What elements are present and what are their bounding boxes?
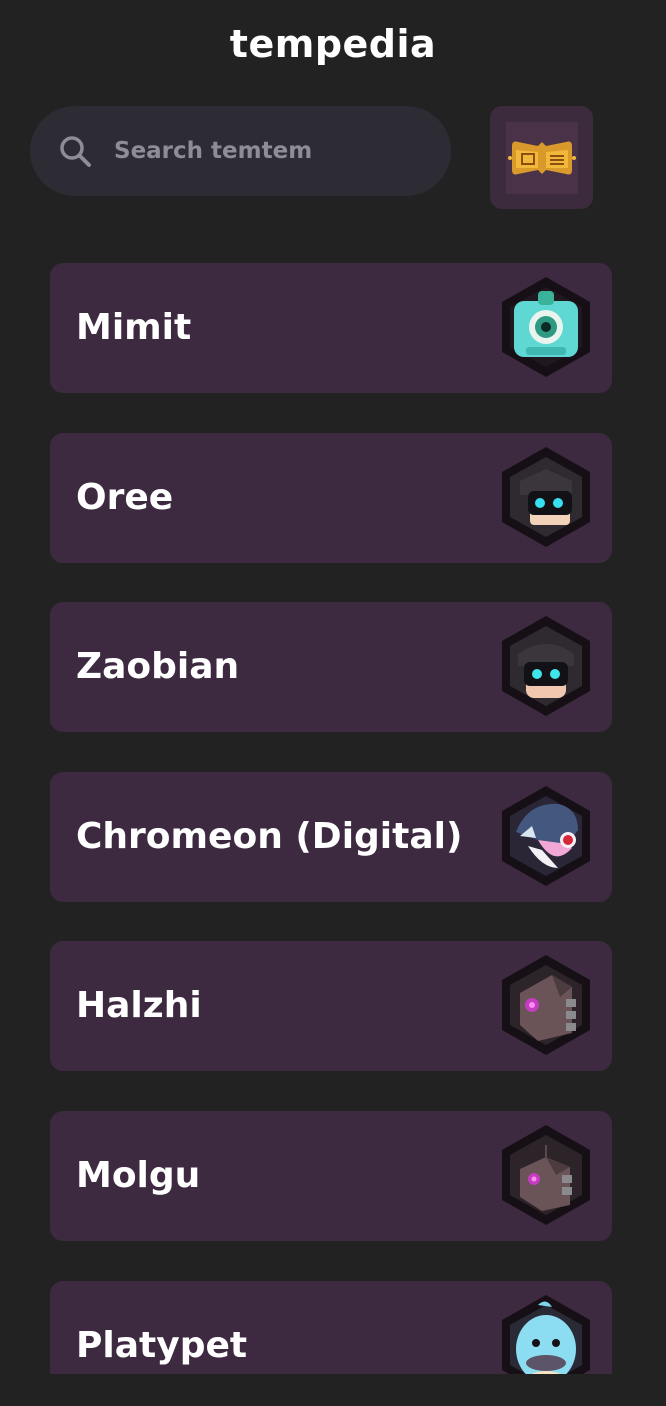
molgu-portrait-icon: [502, 1125, 590, 1225]
temtem-name: Halzhi: [76, 985, 202, 1026]
search-icon: [60, 136, 91, 167]
tempedia-book-icon: [507, 141, 576, 174]
temtem-card-mimit[interactable]: Mimit: [50, 263, 612, 393]
temtem-card-molgu[interactable]: Molgu: [50, 1111, 612, 1241]
platypet-portrait-icon: [502, 1295, 590, 1374]
temtem-name: Oree: [76, 477, 174, 518]
tempedia-screen: Mimit Oree Zaobian Chromeon (Digital) Ha…: [0, 0, 666, 1406]
oree-portrait-icon: [502, 447, 590, 547]
temtem-card-zaobian[interactable]: Zaobian: [50, 602, 612, 732]
temtem-name: Molgu: [76, 1155, 201, 1196]
tempedia-book-button[interactable]: [490, 106, 593, 209]
tempedia-book-frame: [505, 121, 578, 194]
search-bar[interactable]: [30, 106, 451, 196]
app-title: tempedia: [229, 22, 437, 66]
temtem-name: Platypet: [76, 1325, 248, 1366]
temtem-name: Zaobian: [76, 646, 240, 687]
temtem-name: Mimit: [76, 307, 192, 348]
temtem-card-halzhi[interactable]: Halzhi: [50, 941, 612, 1071]
temtem-card-chromeon-digital[interactable]: Chromeon (Digital): [50, 772, 612, 902]
temtem-name: Chromeon (Digital): [76, 816, 463, 857]
chromeon-digital-portrait-icon: [502, 786, 590, 886]
search-input[interactable]: [114, 138, 414, 164]
halzhi-portrait-icon: [502, 955, 590, 1055]
temtem-card-oree[interactable]: Oree: [50, 433, 612, 563]
temtem-card-platypet[interactable]: Platypet: [50, 1281, 612, 1374]
mimit-portrait-icon: [502, 277, 590, 377]
zaobian-portrait-icon: [502, 616, 590, 716]
